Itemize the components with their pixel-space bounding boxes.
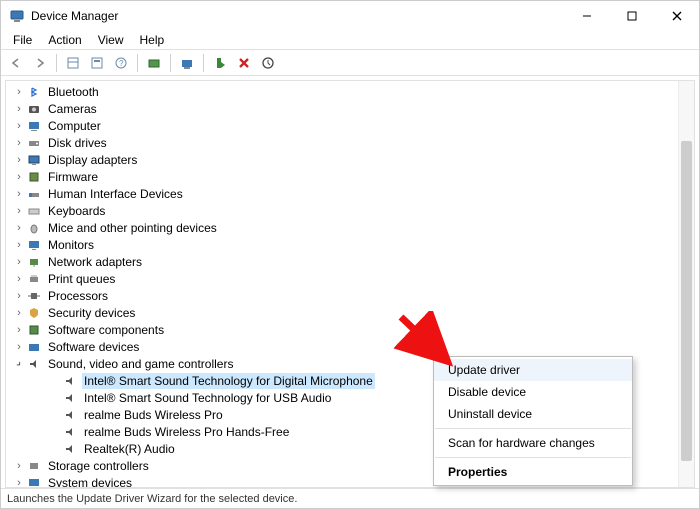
status-text: Launches the Update Driver Wizard for th… (7, 493, 297, 505)
statusbar: Launches the Update Driver Wizard for th… (1, 488, 699, 508)
security-icon (26, 305, 42, 321)
toolbar-separator (137, 54, 138, 72)
category-print-queues[interactable]: ›Print queues (6, 270, 694, 287)
expand-icon[interactable]: › (12, 339, 26, 355)
category-software-devices[interactable]: ›Software devices (6, 338, 694, 355)
menu-view[interactable]: View (90, 31, 132, 49)
expand-icon[interactable]: › (12, 237, 26, 253)
toolbar-separator (56, 54, 57, 72)
context-menu: Update driver Disable device Uninstall d… (433, 356, 633, 486)
minimize-button[interactable] (564, 1, 609, 31)
context-separator (435, 428, 631, 429)
sound-device-icon (62, 424, 78, 440)
expand-icon[interactable]: › (12, 169, 26, 185)
expand-icon[interactable]: › (12, 186, 26, 202)
sound-device-icon (62, 390, 78, 406)
category-disk-drives[interactable]: ›Disk drives (6, 134, 694, 151)
display-icon (26, 152, 42, 168)
svg-text:?: ? (119, 59, 124, 68)
category-security[interactable]: ›Security devices (6, 304, 694, 321)
expand-icon[interactable]: › (12, 271, 26, 287)
menu-file[interactable]: File (5, 31, 40, 49)
show-hide-button[interactable] (62, 52, 84, 74)
expand-icon[interactable]: › (12, 458, 26, 474)
expand-icon[interactable]: › (12, 101, 26, 117)
expand-icon[interactable]: › (12, 118, 26, 134)
category-display-adapters[interactable]: ›Display adapters (6, 151, 694, 168)
window-title: Device Manager (31, 9, 564, 23)
device-manager-window: Device Manager File Action View Help ? (0, 0, 700, 509)
uninstall-button[interactable] (233, 52, 255, 74)
software-dev-icon (26, 339, 42, 355)
software-comp-icon (26, 322, 42, 338)
camera-icon (26, 101, 42, 117)
expand-icon[interactable]: › (12, 475, 26, 489)
maximize-button[interactable] (609, 1, 654, 31)
toolbar-separator (203, 54, 204, 72)
forward-button[interactable] (29, 52, 51, 74)
titlebar: Device Manager (1, 1, 699, 31)
context-uninstall-device[interactable]: Uninstall device (434, 403, 632, 425)
scan-hardware-button[interactable] (257, 52, 279, 74)
menubar: File Action View Help (1, 31, 699, 50)
network-icon (26, 254, 42, 270)
back-button[interactable] (5, 52, 27, 74)
category-monitors[interactable]: ›Monitors (6, 236, 694, 253)
close-button[interactable] (654, 1, 699, 31)
category-software-components[interactable]: ›Software components (6, 321, 694, 338)
properties-icon[interactable] (86, 52, 108, 74)
sound-device-icon (62, 407, 78, 423)
expand-icon[interactable]: › (12, 322, 26, 338)
category-network[interactable]: ›Network adapters (6, 253, 694, 270)
vertical-scrollbar[interactable] (678, 81, 694, 487)
context-scan-hardware[interactable]: Scan for hardware changes (434, 432, 632, 454)
toolbar-separator (170, 54, 171, 72)
category-bluetooth[interactable]: ›Bluetooth (6, 83, 694, 100)
menu-action[interactable]: Action (40, 31, 89, 49)
cpu-icon (26, 288, 42, 304)
keyboard-icon (26, 203, 42, 219)
expand-icon[interactable]: › (12, 135, 26, 151)
category-computer[interactable]: ›Computer (6, 117, 694, 134)
expand-icon[interactable]: › (12, 254, 26, 270)
category-keyboards[interactable]: ›Keyboards (6, 202, 694, 219)
scrollbar-thumb[interactable] (681, 141, 692, 461)
expand-icon[interactable]: › (12, 203, 26, 219)
category-firmware[interactable]: ›Firmware (6, 168, 694, 185)
firmware-icon (26, 169, 42, 185)
printer-icon (26, 271, 42, 287)
expand-icon[interactable]: › (12, 305, 26, 321)
context-separator (435, 457, 631, 458)
update-driver-toolbar-button[interactable] (176, 52, 198, 74)
sound-device-icon (62, 441, 78, 457)
bluetooth-icon (26, 84, 42, 100)
expand-icon[interactable]: › (12, 288, 26, 304)
category-processors[interactable]: ›Processors (6, 287, 694, 304)
category-mice[interactable]: ›Mice and other pointing devices (6, 219, 694, 236)
hid-icon (26, 186, 42, 202)
enable-device-button[interactable] (209, 52, 231, 74)
sound-device-icon (62, 373, 78, 389)
monitor-icon (26, 237, 42, 253)
scan-button[interactable] (143, 52, 165, 74)
app-icon (9, 8, 25, 24)
disk-icon (26, 135, 42, 151)
context-disable-device[interactable]: Disable device (434, 381, 632, 403)
category-cameras[interactable]: ›Cameras (6, 100, 694, 117)
category-hid[interactable]: ›Human Interface Devices (6, 185, 694, 202)
system-icon (26, 475, 42, 489)
computer-icon (26, 118, 42, 134)
mouse-icon (26, 220, 42, 236)
expand-icon[interactable]: › (12, 152, 26, 168)
toolbar: ? (1, 50, 699, 76)
expand-icon[interactable]: › (12, 84, 26, 100)
help-icon[interactable]: ? (110, 52, 132, 74)
context-properties[interactable]: Properties (434, 461, 632, 483)
context-update-driver[interactable]: Update driver (434, 359, 632, 381)
expand-icon[interactable]: › (12, 220, 26, 236)
menu-help[interactable]: Help (132, 31, 173, 49)
storage-icon (26, 458, 42, 474)
